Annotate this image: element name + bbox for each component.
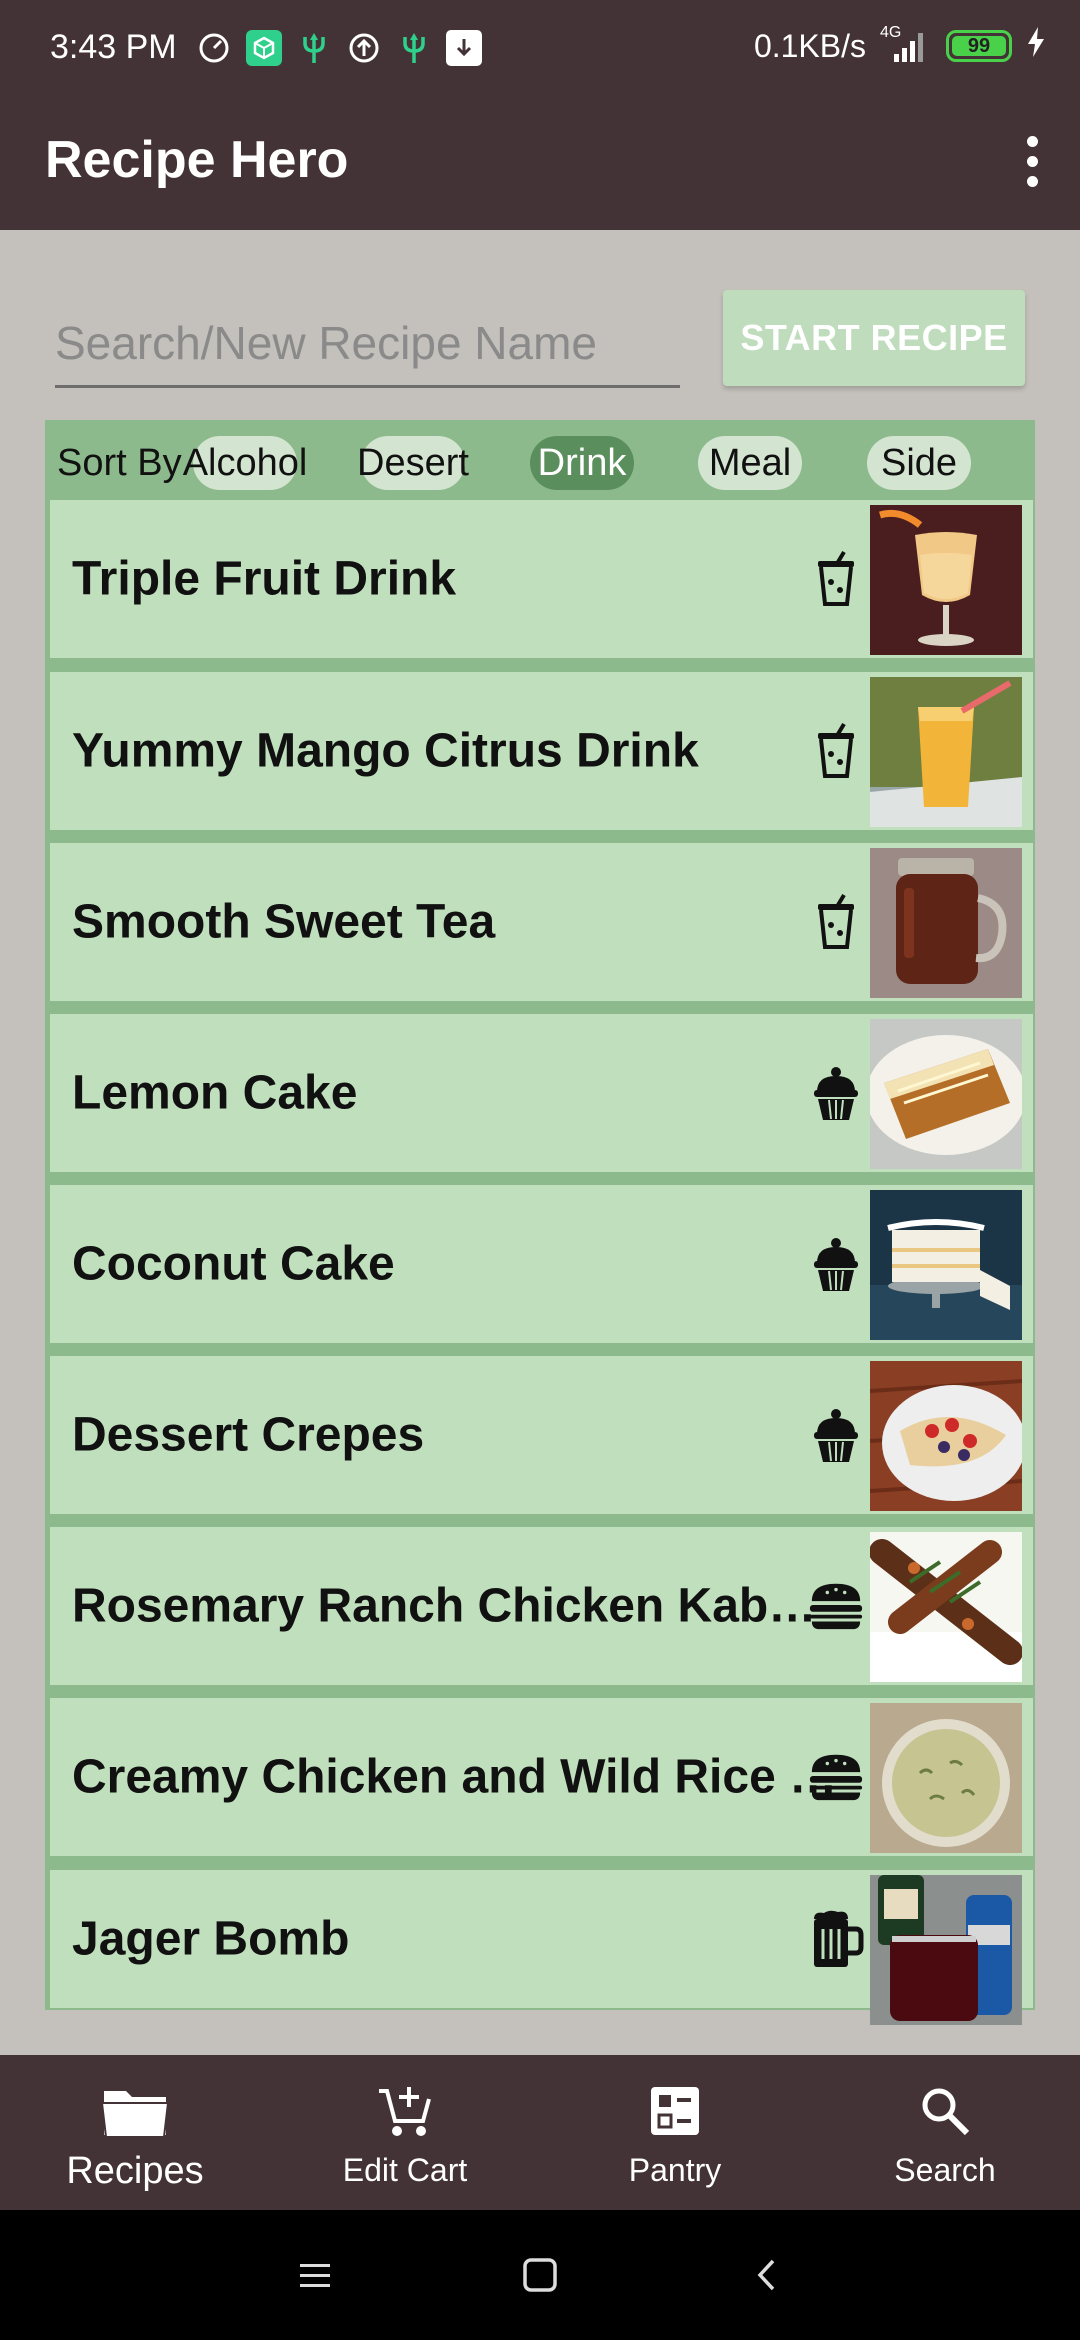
list-board-icon [647, 2080, 703, 2142]
recipe-thumbnail [870, 848, 1022, 998]
recipe-name: Triple Fruit Drink [72, 552, 457, 606]
sort-label: Sort By [57, 442, 182, 484]
battery-level: 99 [967, 34, 991, 57]
battery-icon: 99 [946, 30, 1012, 62]
system-navigation-bar [0, 2210, 1080, 2340]
recipe-thumbnail [869, 1532, 1023, 1682]
recipe-name: Smooth Sweet Tea [72, 895, 496, 949]
signal-icon: 4G [880, 24, 932, 64]
search-icon [917, 2080, 973, 2142]
nav-label-search: Search [894, 2152, 996, 2188]
network-speed: 0.1KB/s [753, 27, 866, 64]
home-icon[interactable] [515, 2250, 565, 2300]
recipe-name: Yummy Mango Citrus Drink [72, 724, 699, 778]
recipe-name-input[interactable] [55, 300, 680, 385]
back-icon[interactable] [742, 2250, 792, 2300]
recipe-card[interactable]: Smooth Sweet Tea [50, 843, 1033, 1001]
nav-recipes[interactable]: Recipes [0, 2055, 270, 2210]
usb-trident-icon [396, 30, 432, 66]
recipe-card[interactable]: Dessert Crepes [50, 1356, 1033, 1514]
nav-label-edit-cart: Edit Cart [342, 2152, 468, 2188]
burger-icon [808, 1576, 864, 1636]
cup-icon [808, 892, 864, 952]
package-icon [246, 30, 282, 66]
upload-icon [346, 30, 382, 66]
nav-search[interactable]: Search [810, 2055, 1080, 2210]
sort-chip-drink[interactable]: Drink [530, 436, 634, 490]
recipe-thumbnail [870, 1703, 1022, 1853]
more-vert-icon[interactable] [1012, 126, 1052, 196]
recipe-name: Rosemary Ranch Chicken Kab… [72, 1579, 817, 1633]
search-field-wrap [55, 300, 680, 388]
folder-icon [100, 2080, 170, 2142]
status-time: 3:43 PM [50, 28, 177, 66]
download-icon [446, 30, 482, 66]
recipe-card[interactable]: Jager Bomb [50, 1870, 1033, 2025]
burger-icon [808, 1747, 864, 1807]
usb-trident-icon [296, 30, 332, 66]
recipe-thumbnail [866, 1019, 1026, 1169]
recipe-name: Lemon Cake [72, 1066, 358, 1120]
recipe-card[interactable]: Yummy Mango Citrus Drink [50, 672, 1033, 830]
nav-pantry[interactable]: Pantry [540, 2055, 810, 2210]
recipe-thumbnail [870, 505, 1022, 655]
recipe-card[interactable]: Triple Fruit Drink [50, 500, 1033, 658]
recipe-name: Jager Bomb [72, 1912, 350, 1966]
app-title: Recipe Hero [45, 131, 349, 189]
recipe-thumbnail [870, 1190, 1022, 1340]
sort-bar: Sort By Alcohol Desert Drink Meal Side [45, 428, 1035, 494]
cupcake-icon [808, 1063, 864, 1123]
charging-bolt-icon [1026, 26, 1046, 66]
recipe-thumbnail [870, 1875, 1022, 2025]
nav-label-recipes: Recipes [66, 2150, 204, 2192]
sort-chip-desert[interactable]: Desert [357, 436, 469, 490]
cart-add-icon [375, 2080, 435, 2142]
recipe-card[interactable]: Lemon Cake [50, 1014, 1033, 1172]
bottom-navigation: Recipes Edit Cart Pantry Search [0, 2055, 1080, 2210]
recipe-card[interactable]: Coconut Cake [50, 1185, 1033, 1343]
sort-chip-meal[interactable]: Meal [698, 436, 802, 490]
recipe-thumbnail [869, 1361, 1026, 1511]
recipe-card[interactable]: Creamy Chicken and Wild Rice … [50, 1698, 1033, 1856]
beer-mug-icon [808, 1909, 864, 1969]
cup-icon [808, 721, 864, 781]
sort-chip-side[interactable]: Side [867, 436, 971, 490]
menu-icon[interactable] [290, 2250, 340, 2300]
recipe-name: Creamy Chicken and Wild Rice … [72, 1750, 838, 1804]
nav-edit-cart[interactable]: Edit Cart [270, 2055, 540, 2210]
status-right: 0.1KB/s 4G 99 [753, 24, 1046, 66]
clock-gauge-icon [196, 30, 232, 66]
recipe-thumbnail [870, 677, 1022, 827]
start-recipe-button[interactable]: START RECIPE [723, 290, 1025, 386]
sort-chip-alcohol[interactable]: Alcohol [183, 436, 307, 490]
recipe-name: Dessert Crepes [72, 1408, 425, 1462]
cupcake-icon [808, 1405, 864, 1465]
app-bar: Recipe Hero [0, 100, 1080, 230]
recipe-card[interactable]: Rosemary Ranch Chicken Kab… [50, 1527, 1033, 1685]
cupcake-icon [808, 1234, 864, 1294]
nav-label-pantry: Pantry [628, 2152, 722, 2188]
recipe-name: Coconut Cake [72, 1237, 395, 1291]
cup-icon [808, 549, 864, 609]
status-notification-icons [196, 30, 482, 66]
status-bar: 3:43 PM 0.1KB/s 4G 99 [0, 0, 1080, 100]
